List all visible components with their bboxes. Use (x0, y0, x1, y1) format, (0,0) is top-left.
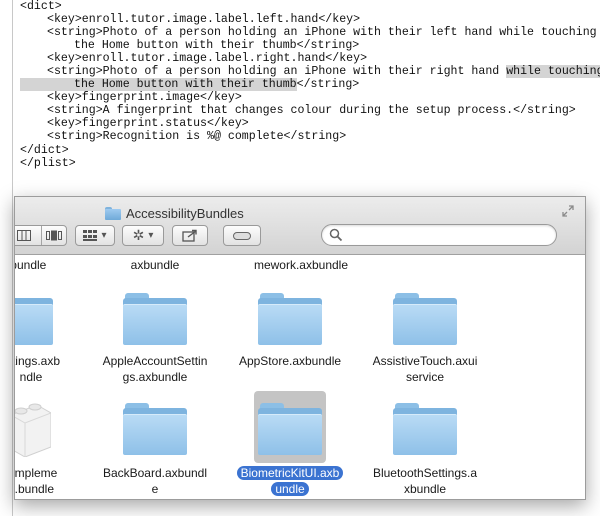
folder-icon[interactable] (123, 293, 187, 345)
selected-text: the Home button with their thumb (74, 78, 297, 92)
file-label[interactable]: BluetoothSettings.a xbundle (355, 465, 495, 497)
code-line: <string>A fingerprint that changes colou… (20, 104, 600, 117)
file-label[interactable]: r.bundle (15, 257, 95, 273)
view-mode-group[interactable] (15, 225, 67, 246)
code-line-text: </dict> (20, 143, 69, 157)
code-line-text: </string> (296, 78, 360, 92)
code-line: the Home button with their thumb</string… (20, 39, 600, 52)
folder-icon[interactable] (15, 293, 53, 345)
finder-window: AccessibilityBundles ▾ ✲ ▾ undle axbundl… (14, 196, 586, 500)
code-line-selected: the Home button with their thumb</string… (20, 78, 600, 92)
code-line: <string>Recognition is %@ complete</stri… (20, 130, 600, 143)
share-icon (182, 229, 197, 242)
code-line: </dict> (20, 144, 600, 157)
selected-file-label[interactable]: BiometricKitUI.axb undle (220, 465, 360, 497)
lego-brick-icon[interactable] (15, 397, 52, 458)
column-view-icon[interactable] (15, 226, 37, 245)
code-line-text: <string>Photo of a person holding an iPh… (47, 65, 507, 79)
arrange-icon (83, 229, 98, 241)
chevron-down-icon: ▾ (148, 230, 154, 241)
folder-icon (105, 206, 121, 220)
file-label[interactable]: axbundle (85, 257, 225, 273)
code-line: <key>enroll.tutor.image.label.left.hand<… (20, 13, 600, 26)
tag-button[interactable] (223, 225, 261, 246)
finder-titlebar[interactable]: AccessibilityBundles ▾ ✲ ▾ (15, 197, 585, 255)
selected-text: while touching (506, 65, 600, 79)
window-title: AccessibilityBundles (105, 204, 244, 222)
code-line-text: <key>enroll.tutor.image.label.right.hand… (47, 52, 368, 66)
folder-icon[interactable] (123, 403, 187, 455)
chevron-down-icon: ▾ (101, 230, 107, 241)
code-line-text: <key>fingerprint.image</key> (47, 91, 242, 105)
code-line: </plist> (20, 157, 600, 170)
code-text[interactable]: <dict> <key>enroll.tutor.image.label.lef… (20, 0, 600, 170)
code-line: <key>fingerprint.image</key> (20, 91, 600, 104)
file-label[interactable]: AppleAccountSettin gs.axbundle (85, 353, 225, 385)
arrange-button[interactable]: ▾ (75, 225, 115, 246)
code-line-text: <dict> (20, 0, 62, 13)
code-line: <key>fingerprint.status</key> (20, 117, 600, 130)
window-title-text: AccessibilityBundles (126, 205, 244, 221)
folder-icon[interactable] (258, 403, 322, 455)
file-label[interactable]: AssistiveTouch.axui service (355, 353, 495, 385)
code-line-text: <key>enroll.tutor.image.label.left.hand<… (47, 13, 361, 27)
folder-icon[interactable] (393, 403, 457, 455)
code-line: <key>enroll.tutor.image.label.right.hand… (20, 52, 600, 65)
code-line: <dict> (20, 0, 600, 13)
action-button[interactable]: ✲ ▾ (122, 225, 164, 246)
editor-gutter-line (12, 0, 13, 516)
search-field[interactable] (321, 224, 557, 246)
folder-icon[interactable] (258, 293, 322, 345)
file-label[interactable]: mework.axbundle (231, 257, 371, 273)
code-line-selected: <string>Photo of a person holding an iPh… (20, 65, 600, 79)
gear-icon: ✲ (132, 227, 145, 243)
code-line-text: the Home button with their thumb</string… (74, 39, 360, 53)
code-line-text: <key>fingerprint.status</key> (47, 117, 249, 131)
tag-icon (233, 231, 251, 240)
code-line-text: <string>Recognition is %@ complete</stri… (47, 130, 347, 144)
coverflow-view-icon[interactable] (40, 226, 66, 245)
code-line-text: <string>Photo of a person holding an iPh… (47, 26, 597, 40)
file-label[interactable]: BackBoard.axbundl e (85, 465, 225, 497)
fullscreen-icon[interactable] (561, 204, 575, 218)
folder-icon[interactable] (393, 293, 457, 345)
file-label[interactable]: AppStore.axbundle (220, 353, 360, 369)
code-line: <string>Photo of a person holding an iPh… (20, 26, 600, 39)
share-button[interactable] (172, 225, 208, 246)
code-line-text: </plist> (20, 156, 76, 170)
code-line-text: <string>A fingerprint that changes colou… (47, 104, 576, 118)
search-icon (329, 228, 343, 242)
